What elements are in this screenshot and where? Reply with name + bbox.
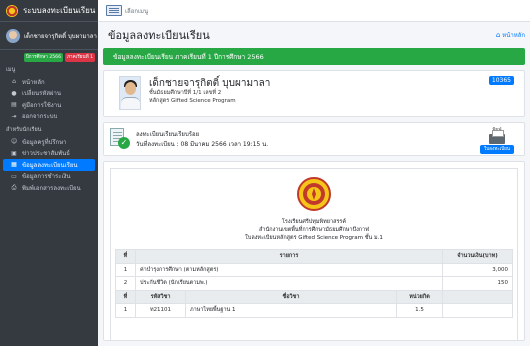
sidebar-item-change-password[interactable]: ● เปลี่ยนรหัสผ่าน: [3, 88, 95, 100]
subject-blank: [442, 303, 513, 318]
sidebar-item-label: ข่าวประชาสัมพันธ์: [22, 150, 70, 158]
subject-no: 1: [115, 303, 136, 318]
student-profile-card: เด็กชายจารุกิตติ์ บุบผามาลา ชั้นมัธยมศึก…: [103, 70, 525, 117]
sidebar-item-label: ข้อมูลลงทะเบียนเรียน: [22, 161, 78, 169]
top-navbar: เลือกเมนู: [98, 0, 530, 22]
fee-item: ค่าบำรุงการศึกษา (ตามหลักสูตร): [135, 262, 443, 277]
registration-document-card: โรงเรียนศรีปทุมพิทยาสรรค์ สำนักงานเขตพื้…: [103, 161, 525, 341]
main-content: ข้อมูลลงทะเบียนเรียน ⌂ หน้าหลัก ข้อมูลลง…: [98, 22, 530, 346]
col-item: รายการ: [135, 249, 443, 264]
user-panel[interactable]: เด็กชายจารุกิตติ์ บุบผามาลา: [0, 22, 98, 50]
term-badge: ภาคเรียนที่ 1: [65, 53, 95, 62]
school-seal-icon: [297, 177, 331, 211]
menu-toggle-button[interactable]: เลือกเมนู: [106, 5, 148, 16]
col-no: ที่: [115, 249, 136, 264]
register-icon: ▦: [11, 161, 17, 169]
page-header: ข้อมูลลงทะเบียนเรียน ⌂ หน้าหลัก: [103, 22, 525, 48]
print-registration-button[interactable]: ใบลงทะเบียน: [480, 145, 514, 154]
table-row: 2 ประกันชีวิต (นักเรียนตามพ.) 150: [115, 276, 513, 291]
status-message: ลงทะเบียนเรียนเรียบร้อย: [136, 131, 200, 138]
subject-credit: 1.5: [396, 303, 443, 318]
sidebar-item-logout[interactable]: ⇥ ออกจากระบบ: [3, 111, 95, 123]
payment-icon: ▭: [11, 172, 17, 180]
student-program: หลักสูตร Gifted Science Program: [149, 98, 236, 104]
registration-alert: ข้อมูลลงทะเบียนเรียน ภาคเรียนที่ 1 ปีการ…: [103, 48, 525, 65]
registration-document: โรงเรียนศรีปทุมพิทยาสรรค์ สำนักงานเขตพื้…: [110, 168, 518, 340]
brand-title: ระบบลงทะเบียนเรียน: [23, 6, 96, 15]
school-office: สำนักงานเขตพื้นที่การศึกษามัธยมศึกษาบึงก…: [259, 227, 369, 233]
printer-icon[interactable]: [489, 130, 505, 144]
school-info: โรงเรียนศรีปทุมพิทยาสรรค์ สำนักงานเขตพื้…: [111, 218, 517, 242]
col-blank: [442, 289, 513, 304]
col-credit: หน่วยกิต: [396, 289, 443, 304]
user-name: เด็กชายจารุกิตติ์ บุบผามาลา: [24, 32, 97, 40]
fee-no: 2: [115, 276, 136, 291]
sidebar-item-label: ออกจากระบบ: [22, 113, 58, 121]
sidebar-item-label: คู่มือการใช้งาน: [22, 101, 62, 109]
registration-status-card: ✓ ลงทะเบียนเรียนเรียบร้อย วันที่ลงทะเบีย…: [103, 122, 525, 156]
table-row: 1 ท21101 ภาษาไทยพื้นฐาน 1 1.5: [115, 303, 513, 318]
document-title: ใบลงทะเบียนหลักสูตร Gifted Science Progr…: [245, 235, 383, 241]
breadcrumb-home-link[interactable]: หน้าหลัก: [502, 30, 525, 40]
registration-date: วันที่ลงทะเบียน : 08 มีนาคม 2566 เวลา 19…: [136, 141, 269, 148]
fee-item: ประกันชีวิต (นักเรียนตามพ.): [135, 276, 443, 291]
sidebar-item-advisor[interactable]: ☺ ข้อมูลครูที่ปรึกษา: [3, 136, 95, 148]
menu-section-header: เมนู: [6, 67, 16, 73]
print-icon: ⎙: [11, 183, 17, 191]
col-subject: ชื่อวิชา: [185, 289, 397, 304]
table-row: 1 ค่าบำรุงการศึกษา (ตามหลักสูตร) 3,000: [115, 262, 513, 277]
brand[interactable]: ระบบลงทะเบียนเรียน: [0, 0, 98, 22]
page-title: ข้อมูลลงทะเบียนเรียน: [108, 29, 210, 42]
avatar: [6, 28, 20, 43]
user-icon: ●: [11, 89, 17, 97]
menu-icon: [106, 5, 122, 16]
home-icon: ⌂: [495, 31, 501, 39]
sidebar-item-registration[interactable]: ▦ ข้อมูลลงทะเบียนเรียน: [3, 159, 95, 171]
student-id-badge: 10365: [488, 76, 514, 85]
fee-no: 1: [115, 262, 136, 277]
fee-amount: 3,000: [442, 262, 513, 277]
school-logo-icon: [6, 4, 18, 17]
school-name: โรงเรียนศรีปทุมพิทยาสรรค์: [281, 219, 347, 225]
col-amount: จำนวนเงิน(บาท): [442, 249, 513, 264]
sidebar-item-news[interactable]: ▣ ข่าวประชาสัมพันธ์: [3, 148, 95, 160]
teacher-icon: ☺: [11, 138, 18, 146]
student-photo: [119, 76, 141, 110]
subjects-header-row: ที่ รหัสวิชา ชื่อวิชา หน่วยกิต: [115, 289, 513, 304]
student-class: ชั้นมัธยมศึกษาปีที่ 1/1 เลขที่ 2: [149, 90, 222, 96]
home-icon: ⌂: [12, 78, 16, 86]
student-section-header: สำหรับนักเรียน: [6, 127, 42, 133]
col-no: ที่: [115, 289, 136, 304]
fees-table: ที่ รายการ จำนวนเงิน(บาท) 1 ค่าบำรุงการศ…: [115, 249, 513, 318]
sidebar-item-label: ข้อมูลการชำระเงิน: [22, 173, 71, 181]
print-registration-group[interactable]: พิมพ์ ใบลงทะเบียน: [480, 126, 514, 154]
term-badges: ปีการศึกษา 2566 ภาคเรียนที่ 1: [0, 50, 98, 62]
col-code: รหัสวิชา: [135, 289, 186, 304]
sidebar: ระบบลงทะเบียนเรียน เด็กชายจารุกิตติ์ บุบ…: [0, 0, 98, 346]
news-icon: ▣: [11, 149, 17, 157]
book-icon: ▤: [11, 101, 17, 109]
year-badge: ปีการศึกษา 2566: [23, 53, 64, 62]
fee-amount: 150: [442, 276, 513, 291]
logout-icon: ⇥: [11, 112, 17, 120]
sidebar-item-manual[interactable]: ▤ คู่มือการใช้งาน: [3, 99, 95, 111]
menu-toggle-label: เลือกเมนู: [125, 7, 149, 15]
fees-header-row: ที่ รายการ จำนวนเงิน(บาท): [115, 249, 513, 264]
sidebar-item-label: หน้าหลัก: [22, 78, 45, 86]
sidebar-item-home[interactable]: ⌂ หน้าหลัก: [3, 76, 95, 88]
document-check-icon: ✓: [110, 128, 130, 150]
subject-code: ท21101: [135, 303, 186, 318]
sidebar-item-payment[interactable]: ▭ ข้อมูลการชำระเงิน: [3, 171, 95, 183]
sidebar-item-print[interactable]: ⎙ พิมพ์เอกสารลงทะเบียน: [3, 182, 95, 194]
sidebar-item-label: เปลี่ยนรหัสผ่าน: [22, 90, 61, 98]
subject-name: ภาษาไทยพื้นฐาน 1: [185, 303, 397, 318]
sidebar-item-label: พิมพ์เอกสารลงทะเบียน: [22, 184, 81, 192]
sidebar-item-label: ข้อมูลครูที่ปรึกษา: [22, 138, 67, 146]
breadcrumb[interactable]: ⌂ หน้าหลัก: [496, 30, 525, 40]
